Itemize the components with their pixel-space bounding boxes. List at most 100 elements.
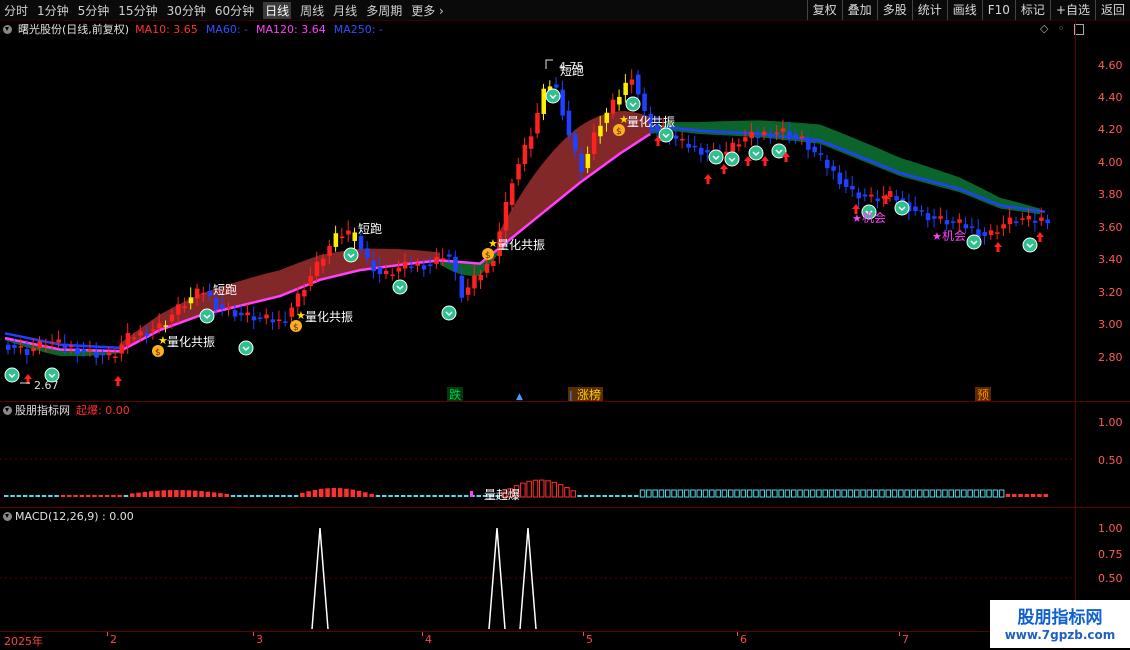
candle-body xyxy=(768,133,773,138)
date-tick xyxy=(422,632,423,636)
indicator-bar xyxy=(879,489,885,498)
indicator-bar xyxy=(671,489,677,498)
indicator-bar xyxy=(639,489,646,498)
period-tab-6[interactable]: 日线 xyxy=(263,1,292,19)
candle-body xyxy=(673,135,679,139)
indicator-bar xyxy=(652,489,658,498)
candle-body xyxy=(377,267,383,275)
date-tick-label: 2025年 xyxy=(4,635,43,648)
candle-body xyxy=(988,230,994,235)
indicator-bar xyxy=(98,495,103,497)
candle-body xyxy=(258,317,263,319)
period-tab-8[interactable]: 月线 xyxy=(333,2,357,19)
indicator-bar xyxy=(174,490,179,497)
period-tab-1[interactable]: 1分钟 xyxy=(37,2,69,19)
action-buttons: 复权 叠加 多股 统计 画线 F10 标记 +自选 返回 xyxy=(806,0,1130,20)
indicator-bar xyxy=(784,489,791,498)
indicator-bar xyxy=(48,495,53,497)
axis-tick-label: 0.75 xyxy=(1098,548,1123,561)
indicator-bar xyxy=(1012,494,1017,497)
signal-check-icon xyxy=(343,247,359,263)
indicator-bar xyxy=(583,495,589,497)
low-price-label: 2.67 xyxy=(34,379,59,392)
axis-tick-label: 3.80 xyxy=(1098,188,1123,201)
candle-body xyxy=(43,344,49,347)
candle-body xyxy=(491,260,496,267)
indicator-bar xyxy=(872,489,879,498)
indicator-bar xyxy=(136,492,141,497)
indicator-bar xyxy=(551,481,558,498)
indicator-bar xyxy=(16,495,22,497)
toolbar-button-8[interactable]: 返回 xyxy=(1094,0,1130,20)
indicator-bar xyxy=(199,491,204,497)
signal-check-icon xyxy=(4,367,20,383)
indicator-bar xyxy=(413,495,418,497)
indicator-bar xyxy=(41,495,47,497)
axis-tick-label: 1.00 xyxy=(1098,522,1123,535)
date-tick xyxy=(583,632,584,636)
indicator-bar xyxy=(986,489,992,498)
indicator-bar xyxy=(557,484,564,498)
candle-body xyxy=(125,333,131,346)
toolbar-button-6[interactable]: 标记 xyxy=(1014,0,1050,20)
indicator-bar xyxy=(476,495,481,497)
period-tab-9[interactable]: 多周期 xyxy=(366,2,402,19)
candle-body xyxy=(762,131,767,136)
candle-body xyxy=(465,287,471,295)
date-tick-label: 4 xyxy=(425,633,432,646)
macd-chart[interactable] xyxy=(0,508,1075,632)
candle-body xyxy=(239,312,244,316)
toolbar-button-4[interactable]: 画线 xyxy=(946,0,982,20)
buy-arrow-icon xyxy=(114,376,122,386)
indicator-bar xyxy=(67,495,72,497)
period-tab-0[interactable]: 分时 xyxy=(4,2,28,19)
toolbar-button-3[interactable]: 统计 xyxy=(911,0,947,20)
candle-body xyxy=(371,260,376,272)
candle-body xyxy=(888,191,893,197)
candle-body xyxy=(541,88,546,114)
period-tab-10[interactable]: 更多 › xyxy=(411,2,444,19)
toolbar-button-2[interactable]: 多股 xyxy=(876,0,912,20)
candlestick-chart[interactable]: $★$★$★$★ 4.75 2.67 短跑 短跑 短跑 量化共振 量化共振 量化… xyxy=(0,21,1075,404)
toolbar-button-0[interactable]: 复权 xyxy=(806,0,842,20)
date-axis: 2025年 2 3 4 5 6 7 xyxy=(0,632,990,650)
toolbar-button-7[interactable]: +自选 xyxy=(1049,0,1095,20)
candle-body xyxy=(6,344,11,350)
indicator-bar xyxy=(79,495,85,497)
toolbar-button-1[interactable]: 叠加 xyxy=(841,0,877,20)
signal-check-icon xyxy=(966,234,982,250)
co-vibration-label: 量化共振 xyxy=(305,310,353,324)
candle-body xyxy=(736,144,742,147)
candle-body xyxy=(346,230,351,235)
candle-body xyxy=(1014,221,1019,223)
candle-body xyxy=(730,142,735,152)
indicator-bar xyxy=(854,489,860,498)
candle-body xyxy=(799,136,805,139)
period-tab-7[interactable]: 周线 xyxy=(300,2,324,19)
period-tab-3[interactable]: 15分钟 xyxy=(118,2,157,19)
indicator-bars xyxy=(4,479,1048,498)
indicator-bar xyxy=(532,479,539,498)
short-run-label: 短跑 xyxy=(213,283,237,297)
indicator-bar xyxy=(426,495,431,497)
indicator-bar xyxy=(740,489,747,498)
candle-body xyxy=(94,352,99,358)
candle-body xyxy=(699,147,704,155)
period-tab-5[interactable]: 60分钟 xyxy=(215,2,254,19)
period-tab-4[interactable]: 30分钟 xyxy=(167,2,206,19)
buy-arrow-icon xyxy=(704,174,712,184)
indicator-bar xyxy=(602,495,607,497)
indicator-bar xyxy=(577,495,582,497)
candle-body xyxy=(1032,220,1038,223)
toolbar-button-5[interactable]: F10 xyxy=(981,0,1015,20)
candle-body xyxy=(686,143,691,148)
indicator-bar xyxy=(973,489,980,498)
indicator-bar xyxy=(375,495,381,497)
indicator-chart[interactable]: 量起爆 xyxy=(0,402,1075,507)
candle-body xyxy=(806,140,811,150)
axis-tick-label: 2.80 xyxy=(1098,351,1123,364)
candle-body xyxy=(308,275,313,287)
period-tab-2[interactable]: 5分钟 xyxy=(78,2,110,19)
candle-body xyxy=(503,201,509,231)
candle-body xyxy=(428,264,433,267)
